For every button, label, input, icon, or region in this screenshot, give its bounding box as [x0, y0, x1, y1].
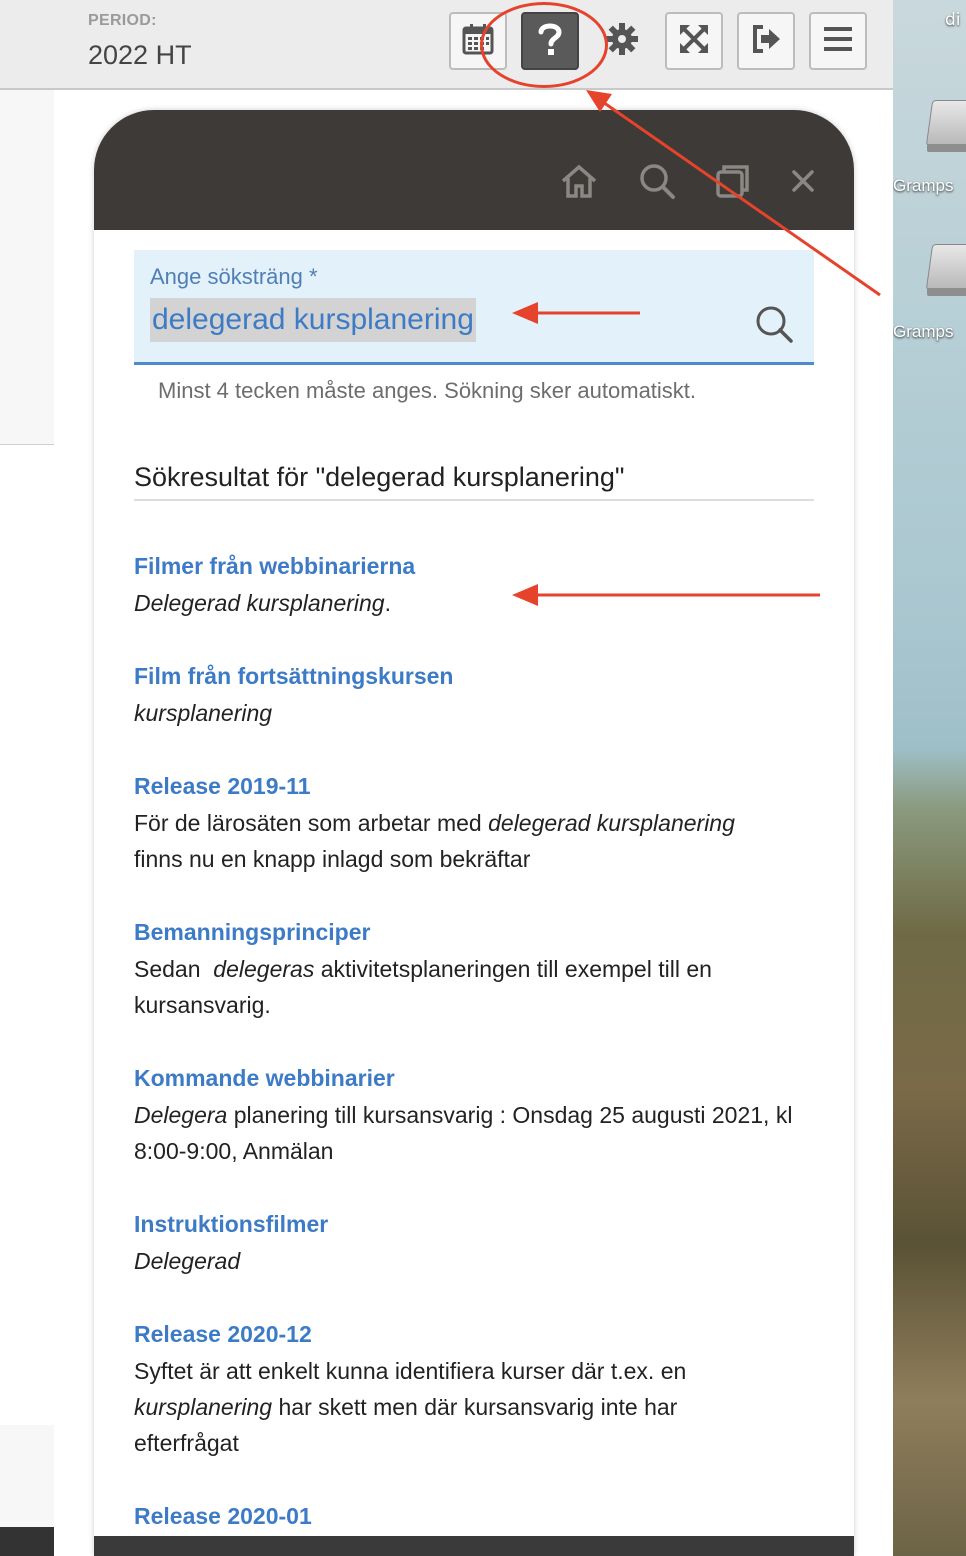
- close-button[interactable]: [782, 162, 824, 204]
- dialog-header: [94, 110, 854, 230]
- results-heading: Sökresultat för "delegerad kursplanering…: [134, 462, 814, 501]
- result-link[interactable]: Release 2019-11: [134, 770, 824, 802]
- app-topbar: PERIOD: 2022 HT: [0, 0, 893, 90]
- result-snippet: Delegera planering till kursansvarig : O…: [134, 1102, 793, 1164]
- search-label: Ange söksträng *: [150, 264, 318, 289]
- result-snippet: Delegerad: [134, 1248, 241, 1274]
- help-search-dialog: Ange söksträng * delegerad kursplanering…: [94, 110, 854, 1556]
- logout-button[interactable]: [737, 12, 795, 70]
- result-item: Release 2020-12 Syftet är att enkelt kun…: [134, 1318, 824, 1461]
- result-item: Filmer från webbinarierna Delegerad kurs…: [134, 550, 824, 621]
- gear-icon: [604, 21, 640, 62]
- result-snippet: Syftet är att enkelt kunna identifiera k…: [134, 1358, 687, 1456]
- result-snippet: kursplanering: [134, 700, 273, 726]
- result-item: Film från fortsättningskursen kursplaner…: [134, 660, 824, 731]
- home-button[interactable]: [558, 162, 600, 204]
- result-item: Release 2019-11 För de lärosäten som arb…: [134, 770, 824, 877]
- expand-icon: [677, 22, 711, 61]
- menu-button[interactable]: [809, 12, 867, 70]
- result-link[interactable]: Release 2020-12: [134, 1318, 824, 1350]
- disk-label: Gramps: [893, 176, 954, 195]
- result-snippet: För de lärosäten som arbetar med deleger…: [134, 810, 735, 872]
- home-icon: [559, 163, 599, 204]
- search-helper-text: Minst 4 tecken måste anges. Sökning sker…: [158, 378, 697, 403]
- close-icon: [789, 167, 817, 200]
- result-item: Release 2020-01: [134, 1500, 824, 1532]
- desktop-background: di Gramps Gramps: [893, 0, 966, 1556]
- disk-icon[interactable]: [925, 244, 966, 298]
- background-panel: [0, 1425, 54, 1527]
- result-item: Kommande webbinarier Delegera planering …: [134, 1062, 824, 1169]
- result-link[interactable]: Kommande webbinarier: [134, 1062, 824, 1094]
- result-link[interactable]: Release 2020-01: [134, 1500, 824, 1532]
- search-submit-button[interactable]: [754, 304, 794, 344]
- result-link[interactable]: Filmer från webbinarierna: [134, 550, 824, 582]
- search-icon: [754, 306, 794, 348]
- result-item: Instruktionsfilmer Delegerad: [134, 1208, 824, 1279]
- logout-icon: [749, 22, 783, 61]
- disk-label: Gramps: [893, 322, 954, 341]
- result-snippet: Sedan delegeras aktivitetsplaneringen ti…: [134, 956, 712, 1018]
- search-icon: [638, 162, 676, 205]
- search-field[interactable]: Ange söksträng * delegerad kursplanering: [134, 250, 814, 365]
- result-link[interactable]: Instruktionsfilmer: [134, 1208, 824, 1240]
- windows-icon: [714, 162, 752, 205]
- dialog-footer-bar: [94, 1536, 854, 1556]
- search-input[interactable]: delegerad kursplanering: [150, 298, 476, 342]
- result-snippet: Delegerad kursplanering.: [134, 590, 391, 616]
- background-panel: [0, 1527, 54, 1556]
- period-label: PERIOD:: [88, 12, 157, 29]
- disk-icon[interactable]: [925, 100, 966, 154]
- period-value[interactable]: 2022 HT: [88, 40, 192, 71]
- background-panel: [0, 90, 54, 445]
- hamburger-menu-icon: [822, 24, 854, 59]
- new-window-button[interactable]: [712, 162, 754, 204]
- result-link[interactable]: Bemanningsprinciper: [134, 916, 824, 948]
- fullscreen-button[interactable]: [665, 12, 723, 70]
- result-item: Bemanningsprinciper Sedan delegeras akti…: [134, 916, 824, 1023]
- result-link[interactable]: Film från fortsättningskursen: [134, 660, 824, 692]
- annotation-circle: [480, 2, 608, 88]
- header-search-button[interactable]: [636, 162, 678, 204]
- desktop-label: di: [945, 10, 961, 30]
